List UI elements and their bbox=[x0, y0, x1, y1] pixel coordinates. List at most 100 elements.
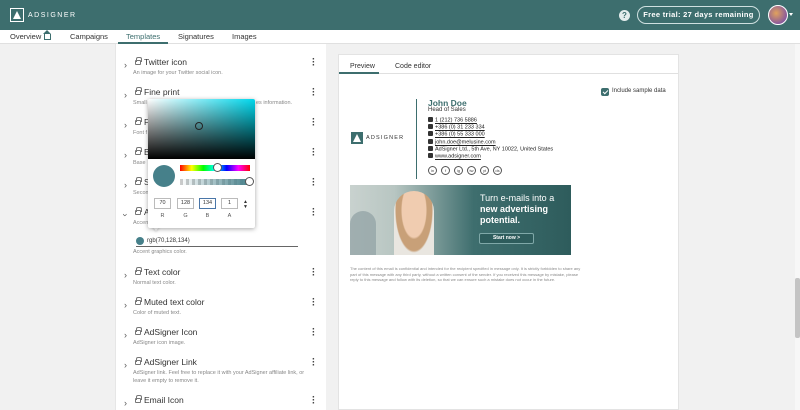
red-label: R bbox=[160, 213, 165, 219]
lock-icon[interactable] bbox=[135, 297, 142, 305]
phone-2-text[interactable]: +386 (0) 31 233 334 bbox=[435, 125, 485, 131]
twitter-icon[interactable]: tw bbox=[467, 166, 476, 175]
setting-description: Small bbox=[133, 100, 147, 106]
tab-campaigns[interactable]: Campaigns bbox=[70, 32, 108, 41]
banner-start-now-button[interactable]: Start now > bbox=[479, 233, 534, 244]
more-options-icon[interactable]: · · · bbox=[312, 145, 315, 161]
page-scrollbar[interactable] bbox=[795, 44, 800, 410]
accent-color-value[interactable]: rgb(70,128,134) bbox=[147, 238, 190, 244]
hue-slider-handle[interactable] bbox=[213, 163, 222, 172]
more-options-icon[interactable]: · · · bbox=[312, 295, 315, 311]
logo-icon bbox=[10, 8, 24, 22]
chevron-right-icon[interactable]: › bbox=[124, 60, 127, 70]
green-input[interactable]: 128 bbox=[177, 198, 194, 209]
lock-icon[interactable] bbox=[135, 117, 142, 125]
saturation-cursor[interactable] bbox=[195, 122, 203, 130]
linkedin-icon[interactable]: in bbox=[428, 166, 437, 175]
fax-icon bbox=[428, 131, 433, 136]
tabs-divider bbox=[339, 73, 678, 74]
lock-icon[interactable] bbox=[135, 357, 142, 365]
discord-icon[interactable]: ds bbox=[493, 166, 502, 175]
youtube-icon[interactable]: yt bbox=[480, 166, 489, 175]
chevron-right-icon[interactable]: › bbox=[124, 180, 127, 190]
signature-logo-text: ADSIGNER bbox=[366, 135, 405, 141]
website-text[interactable]: www.adsigner.com bbox=[435, 154, 481, 160]
color-mode-toggle-icon[interactable]: ▲ ▼ bbox=[243, 200, 248, 210]
color-swatch[interactable] bbox=[136, 237, 144, 245]
lock-icon[interactable] bbox=[135, 57, 142, 65]
alpha-slider[interactable] bbox=[180, 179, 250, 185]
logo-icon bbox=[351, 132, 363, 144]
more-options-icon[interactable]: · · · bbox=[312, 85, 315, 101]
tab-signatures[interactable]: Signatures bbox=[178, 32, 214, 41]
include-sample-data-label[interactable]: Include sample data bbox=[612, 88, 666, 94]
chevron-right-icon[interactable]: › bbox=[124, 90, 127, 100]
banner-line-2: new advertising bbox=[480, 204, 549, 214]
setting-title: AdSigner Link bbox=[144, 357, 197, 367]
avatar[interactable] bbox=[768, 5, 788, 25]
lock-icon[interactable] bbox=[135, 177, 142, 185]
more-options-icon[interactable]: · · · bbox=[312, 175, 315, 191]
page-scrollbar-thumb[interactable] bbox=[795, 278, 800, 338]
lock-icon[interactable] bbox=[135, 207, 142, 215]
blue-input[interactable]: 134 bbox=[199, 198, 216, 209]
banner-person-photo bbox=[394, 191, 434, 255]
tab-overview[interactable]: Overview bbox=[10, 30, 52, 41]
lock-icon[interactable] bbox=[135, 327, 142, 335]
more-options-icon[interactable]: · · · bbox=[312, 205, 315, 221]
more-options-icon[interactable]: · · · bbox=[312, 325, 315, 341]
accent-color-helper: Accent graphics color. bbox=[133, 249, 187, 255]
chevron-right-icon[interactable]: › bbox=[124, 270, 127, 280]
app-logo[interactable]: ADSIGNER bbox=[10, 7, 77, 23]
chevron-right-icon[interactable]: › bbox=[124, 120, 127, 130]
instagram-icon[interactable]: ig bbox=[454, 166, 463, 175]
chevron-right-icon[interactable]: › bbox=[124, 398, 127, 408]
chevron-down-icon[interactable]: › bbox=[121, 214, 131, 217]
more-options-icon[interactable]: · · · bbox=[312, 355, 315, 371]
lock-icon[interactable] bbox=[135, 147, 142, 155]
chevron-right-icon[interactable]: › bbox=[124, 330, 127, 340]
alpha-slider-handle[interactable] bbox=[245, 177, 254, 186]
chevron-down-icon[interactable] bbox=[789, 13, 793, 16]
tab-preview[interactable]: Preview bbox=[350, 63, 375, 70]
phone-1-text[interactable]: 1 (212) 736 5886 bbox=[435, 118, 477, 124]
banner-line-1: Turn e-mails into a bbox=[480, 193, 555, 203]
email-text[interactable]: john.doe@melusine.com bbox=[435, 140, 496, 146]
more-options-icon[interactable]: · · · bbox=[312, 393, 315, 409]
red-input[interactable]: 70 bbox=[154, 198, 171, 209]
include-sample-data-checkbox[interactable] bbox=[601, 88, 609, 96]
facebook-icon[interactable]: f bbox=[441, 166, 450, 175]
help-icon[interactable]: ? bbox=[619, 10, 630, 21]
mobile-icon bbox=[428, 124, 433, 129]
home-icon bbox=[43, 30, 52, 40]
preview-panel: Preview Code editor Include sample data … bbox=[338, 54, 679, 410]
more-options-icon[interactable]: · · · bbox=[312, 55, 315, 71]
signature-address: AdSigner Ltd., 5th Ave, NY 10022, United… bbox=[428, 146, 553, 153]
more-options-icon[interactable]: · · · bbox=[312, 265, 315, 281]
accent-color-field[interactable]: rgb(70,128,134) bbox=[136, 237, 298, 247]
alpha-input[interactable]: 1 bbox=[221, 198, 238, 209]
signature-banner[interactable]: Turn e-mails into a new advertising pote… bbox=[350, 185, 571, 255]
color-picker: 70 128 134 1 R G B A ▲ ▼ bbox=[148, 99, 255, 228]
banner-line-3: potential. bbox=[480, 215, 520, 225]
signature-disclaimer: The content of this email is confidentia… bbox=[350, 266, 581, 282]
free-trial-button[interactable]: Free trial: 27 days remaining bbox=[637, 6, 760, 24]
setting-description: Font f bbox=[133, 130, 148, 136]
signature-email: john.doe@melusine.com bbox=[428, 139, 496, 146]
signature-website: www.adsigner.com bbox=[428, 153, 481, 160]
more-options-icon[interactable]: · · · bbox=[312, 115, 315, 131]
tab-code-editor[interactable]: Code editor bbox=[395, 63, 431, 70]
tab-templates[interactable]: Templates bbox=[126, 32, 160, 41]
chevron-right-icon[interactable]: › bbox=[124, 360, 127, 370]
signature-logo: ADSIGNER bbox=[351, 132, 404, 144]
lock-icon[interactable] bbox=[135, 267, 142, 275]
tab-images[interactable]: Images bbox=[232, 32, 257, 41]
chevron-right-icon[interactable]: › bbox=[124, 300, 127, 310]
phone-3-text[interactable]: +386 (0) 55 333 000 bbox=[435, 132, 485, 138]
setting-title: Text color bbox=[144, 267, 181, 277]
lock-icon[interactable] bbox=[135, 395, 142, 403]
signature-phone-2: +386 (0) 31 233 334 bbox=[428, 124, 485, 131]
setting-description: AdSigner link. Feel free to replace it w… bbox=[133, 370, 305, 376]
chevron-right-icon[interactable]: › bbox=[124, 150, 127, 160]
lock-icon[interactable] bbox=[135, 87, 142, 95]
